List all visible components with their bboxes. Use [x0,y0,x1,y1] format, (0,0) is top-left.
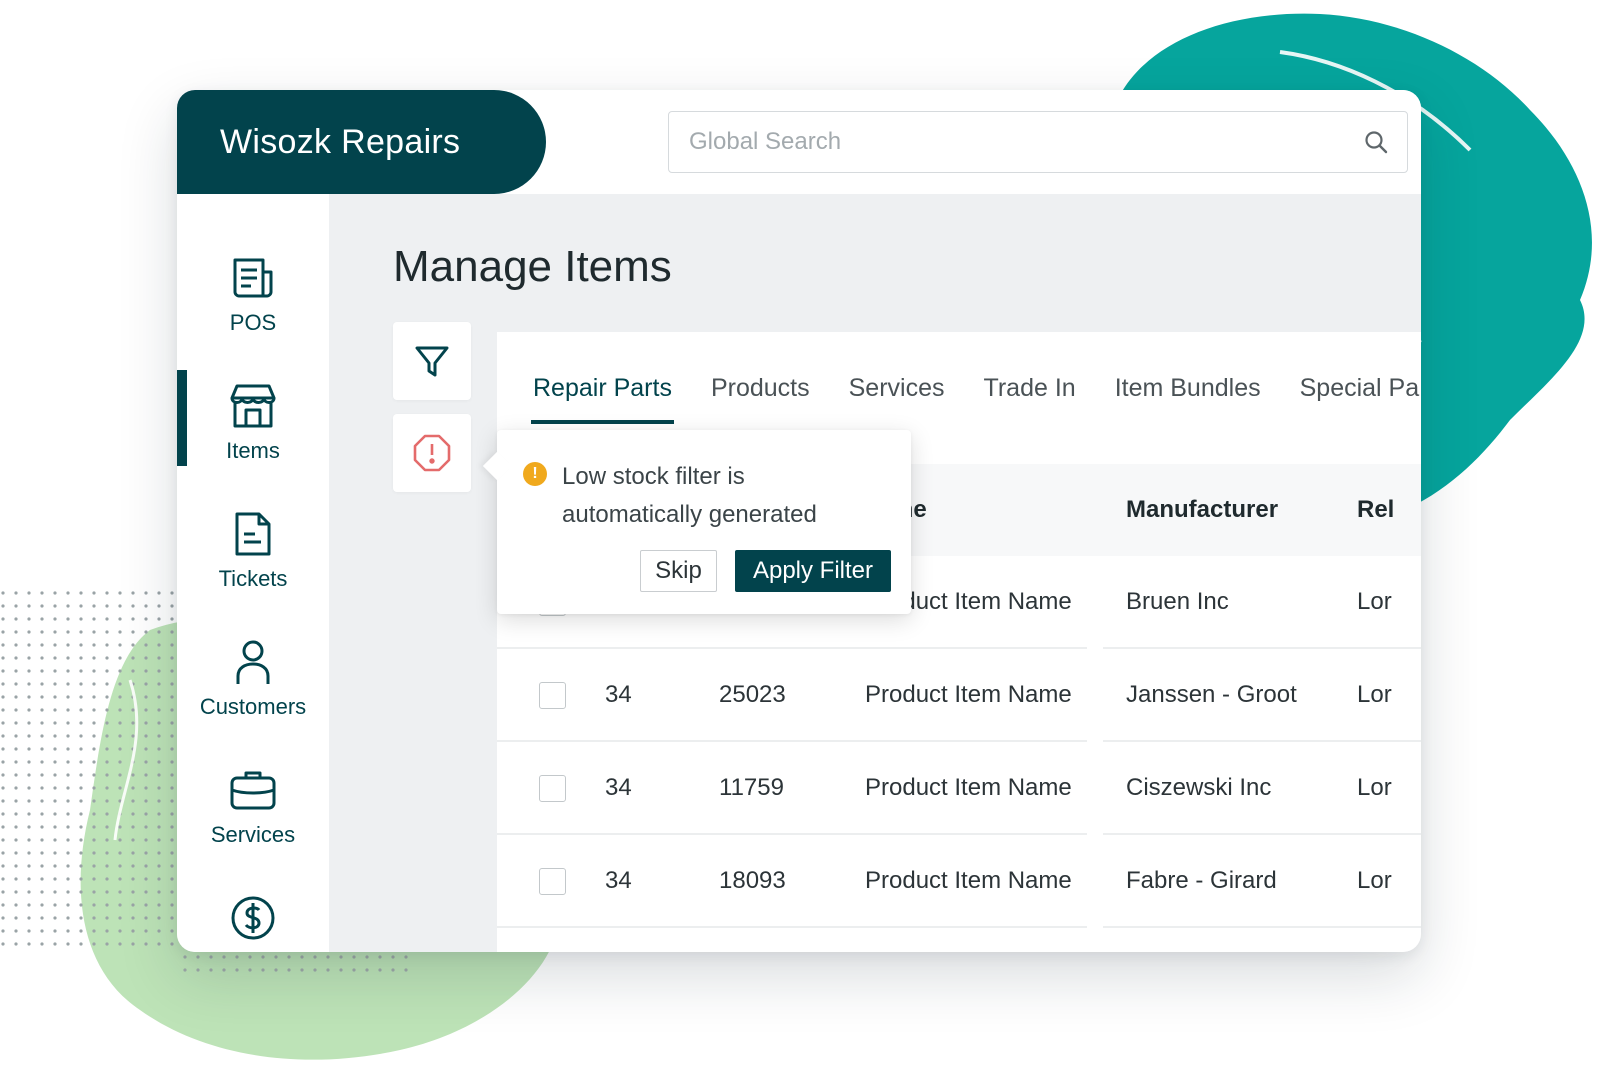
column-header-rel[interactable]: Rel [1357,496,1394,524]
item-tabs: Repair Parts Products Services Trade In … [497,332,1421,424]
skip-button[interactable]: Skip [640,550,717,592]
person-icon [236,640,270,684]
tab-products[interactable]: Products [711,332,810,424]
row-manufacturer: Janssen - Groot [1126,681,1297,708]
low-stock-alert-button[interactable] [393,414,471,492]
popup-message-line: Low stock filter is [562,463,745,490]
row-checkbox[interactable] [539,868,566,895]
table-row[interactable]: 34 18093 Product Item Name Fabre - Girar… [497,835,1421,928]
sidebar-item-services[interactable]: Services [177,766,329,882]
sidebar-item-tickets[interactable]: Tickets [177,510,329,626]
table-row[interactable]: 34 11759 Product Item Name Ciszewski Inc… [497,742,1421,835]
sidebar-item-label: Services [210,822,296,847]
tab-trade-in[interactable]: Trade In [984,332,1076,424]
sidebar-item-label: Tickets [218,566,288,591]
tab-item-bundles[interactable]: Item Bundles [1115,332,1261,424]
filter-button[interactable] [393,322,471,400]
row-id: 18093 [719,867,786,894]
global-search[interactable] [668,111,1408,173]
low-stock-popup: ! Low stock filter is automatically gene… [497,430,911,614]
tab-repair-parts[interactable]: Repair Parts [531,332,674,424]
sidebar-item-items[interactable]: Items [177,370,329,498]
row-manufacturer: Bruen Inc [1126,588,1229,615]
ticket-document-icon [235,512,271,556]
row-extra: Lor [1357,588,1392,615]
row-checkbox[interactable] [539,682,566,709]
filter-icon [415,346,449,377]
app-name: Wisozk Repairs [220,122,461,161]
tab-special-parts[interactable]: Special Pa [1300,332,1420,424]
items-panel: Repair Parts Products Services Trade In … [497,332,1421,952]
receipt-icon [233,258,273,298]
warning-icon: ! [523,462,547,486]
sidebar-item-payments[interactable] [177,894,329,952]
row-qty: 34 [605,774,632,801]
row-checkbox[interactable] [539,775,566,802]
row-id: 25023 [719,681,786,708]
tab-services[interactable]: Services [849,332,945,424]
row-name: Product Item Name [865,681,1072,708]
dollar-icon [231,896,275,940]
alert-octagon-icon [413,434,451,472]
sidebar-item-label: Customers [199,694,307,719]
search-input[interactable] [689,128,1363,156]
sidebar-item-label: POS [229,310,277,335]
page-title: Manage Items [393,242,672,291]
row-qty: 34 [605,681,632,708]
sidebar-item-label: Items [226,438,280,463]
row-manufacturer: Fabre - Girard [1126,867,1277,894]
popup-message-line: automatically generated [562,501,817,528]
row-id: 11759 [719,774,784,801]
search-icon[interactable] [1363,129,1389,155]
row-extra: Lor [1357,681,1392,708]
brand-header: Wisozk Repairs [177,90,546,194]
apply-filter-button[interactable]: Apply Filter [735,550,891,592]
popup-message: Low stock filter is automatically genera… [562,458,817,534]
top-bar: Wisozk Repairs [177,90,1421,194]
sidebar-item-customers[interactable]: Customers [177,638,329,754]
sidebar-item-pos[interactable]: POS [177,254,329,370]
row-name: Product Item Name [865,774,1072,801]
column-header-manufacturer[interactable]: Manufacturer [1126,496,1278,524]
row-qty: 34 [605,867,632,894]
table-row[interactable]: 34 25023 Product Item Name Janssen - Gro… [497,649,1421,742]
row-extra: Lor [1357,774,1392,801]
row-name: Product Item Name [865,867,1072,894]
sidebar: POS Items Tickets Customers Services [177,194,329,952]
briefcase-icon [230,771,276,810]
row-extra: Lor [1357,867,1392,894]
row-manufacturer: Ciszewski Inc [1126,774,1272,801]
storefront-icon [230,384,276,428]
